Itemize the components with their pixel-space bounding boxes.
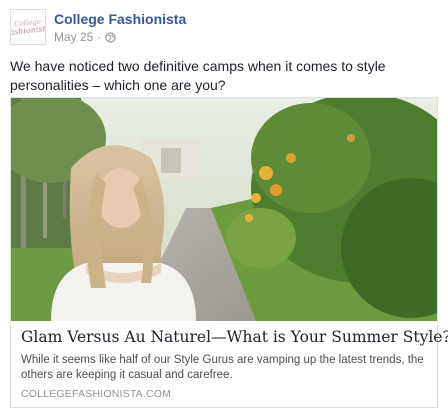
post-meta: May 25 · — [54, 30, 116, 44]
link-domain: COLLEGEFASHIONISTA.COM — [21, 388, 172, 400]
page-avatar[interactable]: College fashionista — [10, 9, 46, 45]
link-description: While it seems like half of our Style Gu… — [21, 354, 424, 381]
post-header: College fashionista College Fashionista … — [10, 9, 438, 49]
post-date[interactable]: May 25 — [54, 30, 93, 44]
meta-separator: · — [97, 30, 102, 44]
post-text: We have noticed two definitive camps whe… — [10, 58, 386, 93]
page-logo: College fashionista — [10, 17, 46, 38]
link-preview-card[interactable]: Glam Versus Au Naturel—What is Your Summ… — [10, 97, 448, 408]
link-preview-image[interactable] — [11, 98, 437, 321]
globe-icon — [105, 31, 116, 43]
link-title[interactable]: Glam Versus Au Naturel—What is Your Summ… — [21, 326, 448, 348]
page-name-link[interactable]: College Fashionista — [54, 11, 186, 27]
